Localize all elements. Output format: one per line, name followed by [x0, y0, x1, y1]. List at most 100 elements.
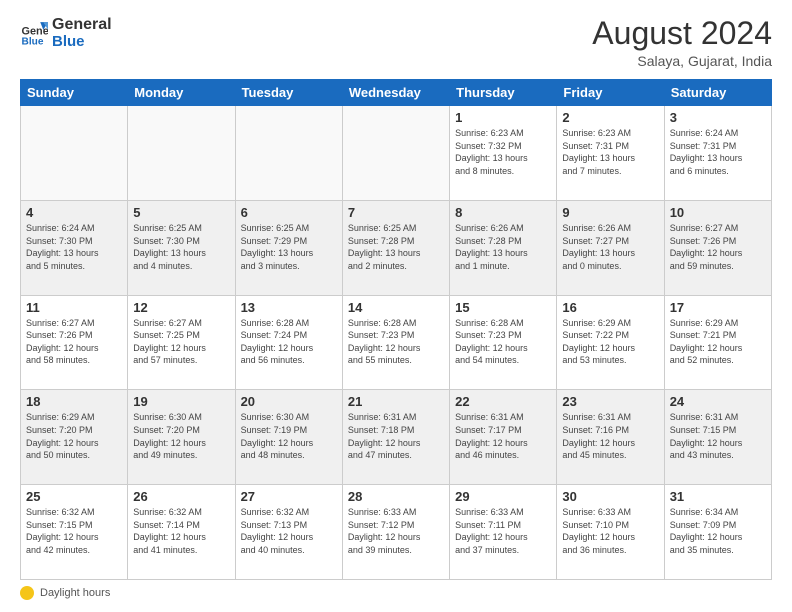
- day-info: Sunrise: 6:29 AM Sunset: 7:22 PM Dayligh…: [562, 317, 658, 367]
- day-number: 13: [241, 300, 337, 315]
- day-cell: 31 Sunrise: 6:34 AM Sunset: 7:09 PM Dayli…: [664, 485, 771, 580]
- day-cell: 7Sunrise: 6:25 AM Sunset: 7:28 PM Daylig…: [342, 200, 449, 295]
- day-info: Sunrise: 6:32 AM Sunset: 7:13 PM Dayligh…: [241, 506, 337, 556]
- day-number: 19: [133, 394, 229, 409]
- day-cell: [21, 106, 128, 201]
- week-row-2: 4 Sunrise: 6:24 AM Sunset: 7:30 PM Daylig…: [21, 200, 772, 295]
- day-info: Sunrise: 6:27 AM Sunset: 7:26 PM Dayligh…: [26, 317, 122, 367]
- day-number: 7: [348, 205, 444, 220]
- day-cell: 16 Sunrise: 6:29 AM Sunset: 7:22 PM Dayli…: [557, 295, 664, 390]
- day-number: 15: [455, 300, 551, 315]
- day-info: Sunrise: 6:23 AM Sunset: 7:31 PM Dayligh…: [562, 127, 658, 177]
- calendar-header-row: SundayMondayTuesdayWednesdayThursdayFrid…: [21, 80, 772, 106]
- day-cell: 14 Sunrise: 6:28 AM Sunset: 7:23 PM Dayli…: [342, 295, 449, 390]
- svg-text:Blue: Blue: [22, 37, 44, 47]
- day-info: Sunrise: 6:32 AM Sunset: 7:14 PM Dayligh…: [133, 506, 229, 556]
- day-number: 8: [455, 205, 551, 220]
- day-info: Sunrise: 6:29 AM Sunset: 7:21 PM Dayligh…: [670, 317, 766, 367]
- logo-icon: General Blue: [20, 19, 48, 47]
- location: Salaya, Gujarat, India: [592, 53, 772, 69]
- day-info: Sunrise: 6:33 AM Sunset: 7:10 PM Dayligh…: [562, 506, 658, 556]
- day-cell: 2Sunrise: 6:23 AM Sunset: 7:31 PM Daylig…: [557, 106, 664, 201]
- page: General Blue General Blue August 2024 Sa…: [0, 0, 792, 612]
- day-info: Sunrise: 6:25 AM Sunset: 7:29 PM Dayligh…: [241, 222, 337, 272]
- day-cell: 1 Sunrise: 6:23 AM Sunset: 7:32 PM Daylig…: [450, 106, 557, 201]
- day-number: 24: [670, 394, 766, 409]
- day-number: 25: [26, 489, 122, 504]
- day-cell: [342, 106, 449, 201]
- day-cell: 29 Sunrise: 6:33 AM Sunset: 7:11 PM Dayli…: [450, 485, 557, 580]
- col-header-thursday: Thursday: [450, 80, 557, 106]
- day-cell: 11 Sunrise: 6:27 AM Sunset: 7:26 PM Dayli…: [21, 295, 128, 390]
- day-number: 1: [455, 110, 551, 125]
- day-number: 30: [562, 489, 658, 504]
- day-info: Sunrise: 6:31 AM Sunset: 7:16 PM Dayligh…: [562, 411, 658, 461]
- day-info: Sunrise: 6:30 AM Sunset: 7:19 PM Dayligh…: [241, 411, 337, 461]
- day-cell: [128, 106, 235, 201]
- day-info: Sunrise: 6:24 AM Sunset: 7:30 PM Dayligh…: [26, 222, 122, 272]
- day-number: 27: [241, 489, 337, 504]
- day-number: 16: [562, 300, 658, 315]
- day-info: Sunrise: 6:27 AM Sunset: 7:26 PM Dayligh…: [670, 222, 766, 272]
- day-info: Sunrise: 6:30 AM Sunset: 7:20 PM Dayligh…: [133, 411, 229, 461]
- day-cell: 24Sunrise: 6:31 AM Sunset: 7:15 PM Dayli…: [664, 390, 771, 485]
- day-number: 26: [133, 489, 229, 504]
- day-cell: 6 Sunrise: 6:25 AM Sunset: 7:29 PM Daylig…: [235, 200, 342, 295]
- day-number: 4: [26, 205, 122, 220]
- day-info: Sunrise: 6:27 AM Sunset: 7:25 PM Dayligh…: [133, 317, 229, 367]
- day-cell: 23Sunrise: 6:31 AM Sunset: 7:16 PM Dayli…: [557, 390, 664, 485]
- day-cell: 4 Sunrise: 6:24 AM Sunset: 7:30 PM Daylig…: [21, 200, 128, 295]
- day-cell: 27 Sunrise: 6:32 AM Sunset: 7:13 PM Dayli…: [235, 485, 342, 580]
- day-number: 18: [26, 394, 122, 409]
- day-info: Sunrise: 6:28 AM Sunset: 7:23 PM Dayligh…: [455, 317, 551, 367]
- col-header-sunday: Sunday: [21, 80, 128, 106]
- calendar-table: SundayMondayTuesdayWednesdayThursdayFrid…: [20, 79, 772, 580]
- day-cell: 28Sunrise: 6:33 AM Sunset: 7:12 PM Dayli…: [342, 485, 449, 580]
- day-info: Sunrise: 6:33 AM Sunset: 7:11 PM Dayligh…: [455, 506, 551, 556]
- day-number: 17: [670, 300, 766, 315]
- day-info: Sunrise: 6:24 AM Sunset: 7:31 PM Dayligh…: [670, 127, 766, 177]
- week-row-4: 18Sunrise: 6:29 AM Sunset: 7:20 PM Dayli…: [21, 390, 772, 485]
- day-number: 11: [26, 300, 122, 315]
- col-header-wednesday: Wednesday: [342, 80, 449, 106]
- day-cell: 12 Sunrise: 6:27 AM Sunset: 7:25 PM Dayli…: [128, 295, 235, 390]
- month-year: August 2024: [592, 16, 772, 51]
- day-cell: 5Sunrise: 6:25 AM Sunset: 7:30 PM Daylig…: [128, 200, 235, 295]
- day-cell: 3Sunrise: 6:24 AM Sunset: 7:31 PM Daylig…: [664, 106, 771, 201]
- day-info: Sunrise: 6:31 AM Sunset: 7:18 PM Dayligh…: [348, 411, 444, 461]
- day-cell: 19 Sunrise: 6:30 AM Sunset: 7:20 PM Dayli…: [128, 390, 235, 485]
- day-cell: 30 Sunrise: 6:33 AM Sunset: 7:10 PM Dayli…: [557, 485, 664, 580]
- logo-blue: Blue: [52, 34, 112, 51]
- day-number: 12: [133, 300, 229, 315]
- day-number: 31: [670, 489, 766, 504]
- day-cell: 9Sunrise: 6:26 AM Sunset: 7:27 PM Daylig…: [557, 200, 664, 295]
- col-header-friday: Friday: [557, 80, 664, 106]
- col-header-monday: Monday: [128, 80, 235, 106]
- day-cell: [235, 106, 342, 201]
- title-block: August 2024 Salaya, Gujarat, India: [592, 16, 772, 69]
- week-row-3: 11 Sunrise: 6:27 AM Sunset: 7:26 PM Dayli…: [21, 295, 772, 390]
- day-info: Sunrise: 6:28 AM Sunset: 7:23 PM Dayligh…: [348, 317, 444, 367]
- day-info: Sunrise: 6:34 AM Sunset: 7:09 PM Dayligh…: [670, 506, 766, 556]
- col-header-tuesday: Tuesday: [235, 80, 342, 106]
- footer: Daylight hours: [20, 586, 772, 600]
- day-cell: 25Sunrise: 6:32 AM Sunset: 7:15 PM Dayli…: [21, 485, 128, 580]
- day-cell: 13 Sunrise: 6:28 AM Sunset: 7:24 PM Dayli…: [235, 295, 342, 390]
- day-number: 6: [241, 205, 337, 220]
- day-number: 10: [670, 205, 766, 220]
- day-number: 21: [348, 394, 444, 409]
- day-number: 29: [455, 489, 551, 504]
- daylight-label: Daylight hours: [40, 587, 110, 599]
- week-row-1: 1 Sunrise: 6:23 AM Sunset: 7:32 PM Daylig…: [21, 106, 772, 201]
- logo: General Blue General Blue: [20, 16, 112, 50]
- day-info: Sunrise: 6:23 AM Sunset: 7:32 PM Dayligh…: [455, 127, 551, 177]
- day-cell: 26 Sunrise: 6:32 AM Sunset: 7:14 PM Dayli…: [128, 485, 235, 580]
- day-info: Sunrise: 6:26 AM Sunset: 7:27 PM Dayligh…: [562, 222, 658, 272]
- day-number: 14: [348, 300, 444, 315]
- day-number: 20: [241, 394, 337, 409]
- day-cell: 21 Sunrise: 6:31 AM Sunset: 7:18 PM Dayli…: [342, 390, 449, 485]
- day-cell: 8 Sunrise: 6:26 AM Sunset: 7:28 PM Daylig…: [450, 200, 557, 295]
- day-cell: 15 Sunrise: 6:28 AM Sunset: 7:23 PM Dayli…: [450, 295, 557, 390]
- day-info: Sunrise: 6:26 AM Sunset: 7:28 PM Dayligh…: [455, 222, 551, 272]
- day-info: Sunrise: 6:28 AM Sunset: 7:24 PM Dayligh…: [241, 317, 337, 367]
